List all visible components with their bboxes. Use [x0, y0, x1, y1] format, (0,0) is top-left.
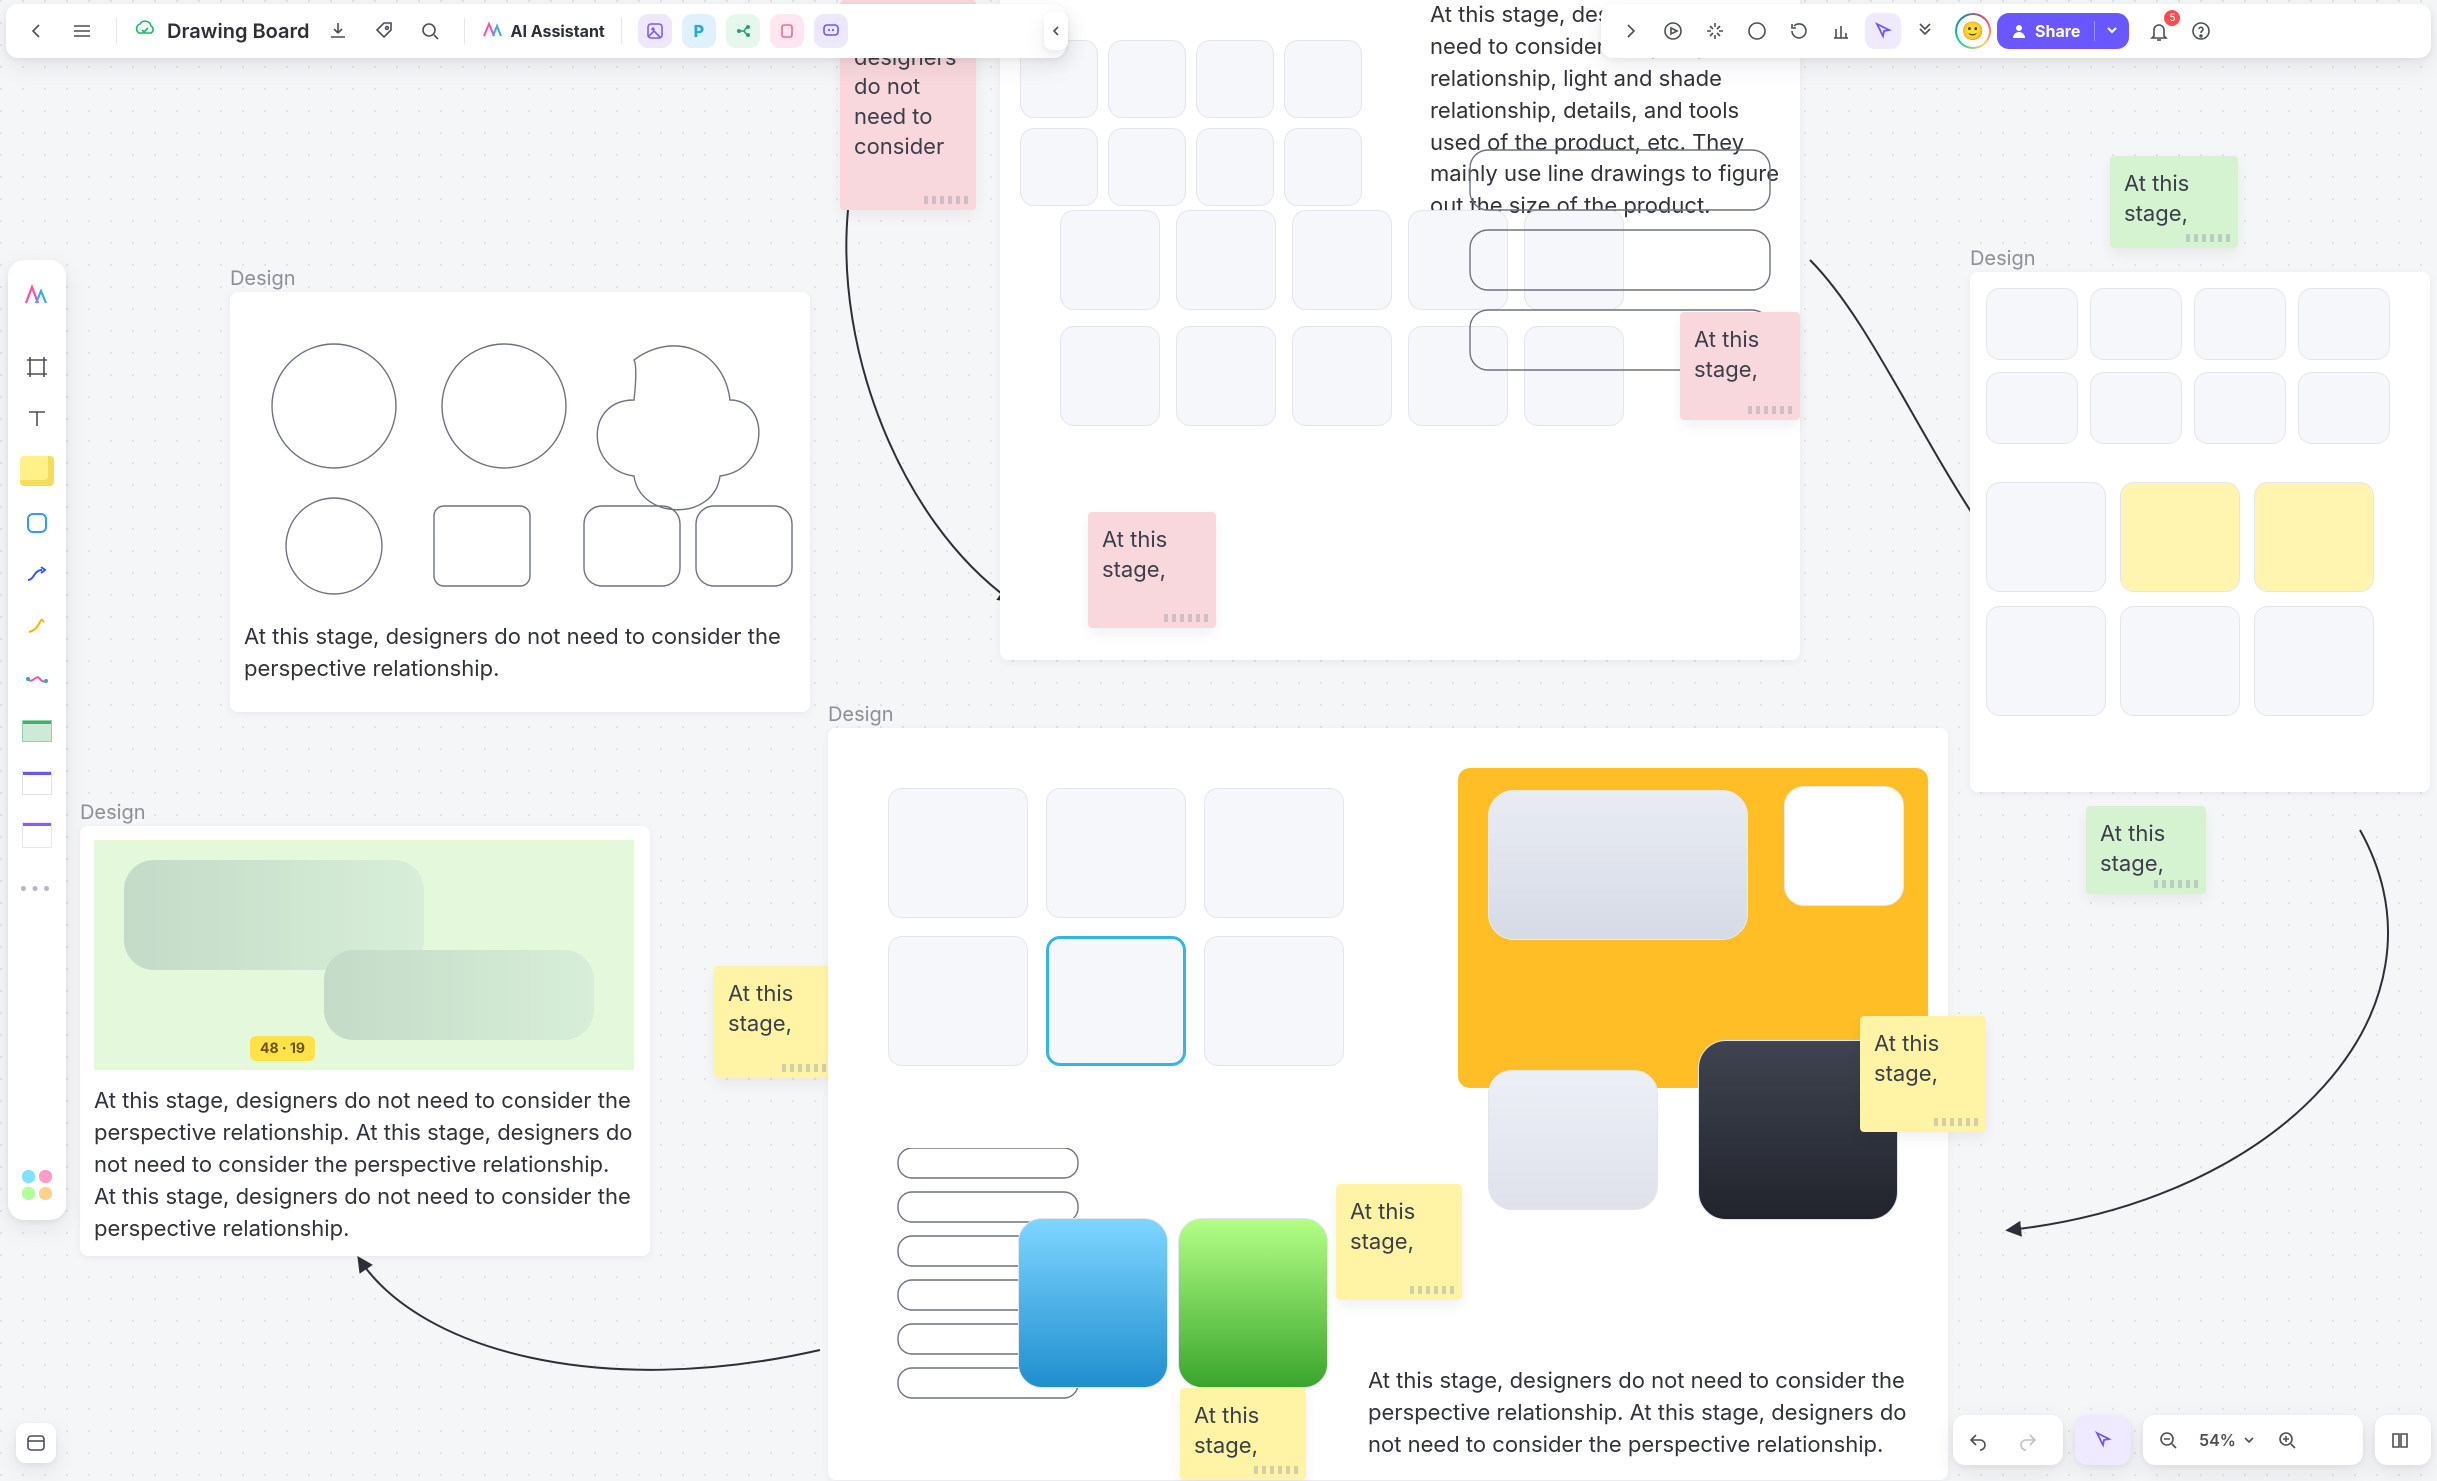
bottom-left-panel-button[interactable] — [16, 1423, 56, 1463]
zoom-out-button[interactable] — [2143, 1430, 2193, 1450]
undo-button[interactable] — [1953, 1429, 2003, 1451]
present-button[interactable] — [1655, 13, 1691, 49]
tag-badge: 48 · 19 — [250, 1036, 315, 1061]
history-button[interactable] — [1781, 13, 1817, 49]
chip-image[interactable] — [638, 14, 672, 48]
board-title[interactable]: Drawing Board — [167, 19, 310, 43]
frame-4-label: Design — [1970, 246, 2036, 270]
circle-button[interactable] — [1739, 13, 1775, 49]
cursor-mode-button[interactable] — [2075, 1415, 2131, 1465]
frame-3-caption: At this stage, designers do not need to … — [1368, 1366, 1928, 1462]
chip-pink[interactable] — [770, 14, 804, 48]
help-button[interactable] — [2183, 13, 2219, 49]
redo-button[interactable] — [2003, 1429, 2053, 1451]
logo-icon[interactable] — [16, 274, 58, 316]
sticky-note-yellow-right[interactable]: At this stage, — [1860, 1016, 1986, 1132]
sticky-note-green-2[interactable]: At this stage, — [2086, 806, 2206, 894]
zoom-value: 54% — [2199, 1430, 2236, 1450]
bottom-right-controls: 54% — [1953, 1415, 2431, 1465]
frame-tool[interactable] — [16, 346, 58, 388]
more-button[interactable] — [1907, 13, 1943, 49]
sticky-note-pink-right[interactable]: At this stage, — [1680, 312, 1800, 420]
sticky-note-green-1[interactable]: At this stage, — [2110, 156, 2238, 248]
frame-3-label: Design — [828, 702, 894, 726]
chip-mindmap[interactable] — [726, 14, 760, 48]
notification-badge: 5 — [2164, 10, 2180, 26]
tag-button[interactable] — [366, 13, 402, 49]
frame-design-2[interactable]: Design 48 · 19 At this stage, designers … — [80, 826, 650, 1256]
download-button[interactable] — [320, 13, 356, 49]
connector-tool[interactable] — [16, 554, 58, 596]
menu-button[interactable] — [64, 13, 100, 49]
list-tool[interactable] — [16, 814, 58, 856]
frame-1-label: Design — [230, 266, 296, 290]
cloud-sync-icon — [133, 19, 157, 44]
ai-assistant-button[interactable]: AI Assistant — [481, 20, 605, 42]
ai-logo-icon — [481, 20, 503, 42]
sticky-note-pink-left[interactable]: At this stage, — [1088, 512, 1216, 628]
shape-tool[interactable] — [16, 502, 58, 544]
share-more-button[interactable] — [2094, 21, 2129, 41]
map-toggle-button[interactable] — [2375, 1429, 2425, 1451]
frame-design-4[interactable]: Design — [1970, 272, 2430, 792]
left-toolbar: ••• — [8, 260, 66, 1220]
notifications-button[interactable]: 5 — [2141, 13, 2177, 49]
table-tool[interactable] — [16, 710, 58, 752]
frame-1-caption: At this stage, designers do not need to … — [244, 622, 796, 686]
frame-design-1[interactable]: Design At this stage, designers do not n… — [230, 292, 810, 712]
next-button[interactable] — [1613, 13, 1649, 49]
draw-tool[interactable] — [16, 658, 58, 700]
text-tool[interactable] — [16, 398, 58, 440]
frame-design-3[interactable]: Design — [828, 728, 1948, 1480]
sticky-tool[interactable] — [16, 450, 58, 492]
pen-tool[interactable] — [16, 606, 58, 648]
search-button[interactable] — [412, 13, 448, 49]
text-block-tool[interactable] — [16, 762, 58, 804]
chip-p[interactable]: P — [682, 14, 716, 48]
top-right-toolbar: 🙂 Share 5 — [1601, 4, 2431, 58]
share-button[interactable]: Share — [1997, 13, 2129, 49]
collapse-left-icon[interactable] — [1044, 12, 1068, 50]
top-toolbar: Drawing Board AI Assistant P — [6, 4, 1066, 58]
sticky-note-yellow-bottom[interactable]: At this stage, — [1180, 1388, 1306, 1480]
frame-2-caption: At this stage, designers do not need to … — [94, 1086, 636, 1245]
cursor-button[interactable] — [1865, 13, 1901, 49]
sticky-note-yellow-center[interactable]: At this stage, — [1336, 1184, 1462, 1300]
ai-assistant-label: AI Assistant — [511, 21, 605, 41]
back-button[interactable] — [18, 13, 54, 49]
frame-2-label: Design — [80, 800, 146, 824]
sparkle-button[interactable] — [1697, 13, 1733, 49]
avatar[interactable]: 🙂 — [1955, 13, 1991, 49]
apps-button[interactable] — [16, 1164, 58, 1206]
share-label: Share — [2035, 21, 2080, 41]
more-tools[interactable]: ••• — [16, 866, 58, 908]
sticky-note-yellow-left[interactable]: At this stage, — [714, 966, 834, 1078]
chart-button[interactable] — [1823, 13, 1859, 49]
chip-chat[interactable] — [814, 14, 848, 48]
zoom-select[interactable]: 54% — [2193, 1430, 2262, 1450]
zoom-in-button[interactable] — [2262, 1430, 2312, 1450]
